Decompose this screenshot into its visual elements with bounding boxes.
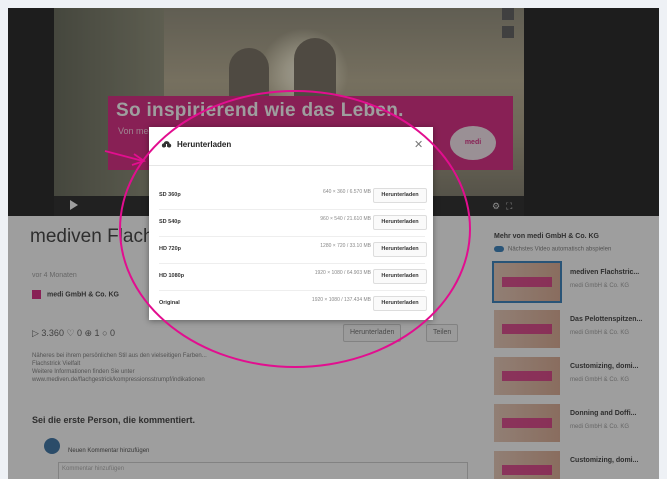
arrow-icon [104,150,146,166]
screen: So inspirierend wie das Leben. Von medi … [8,8,659,479]
highlight-ellipse [119,90,471,368]
